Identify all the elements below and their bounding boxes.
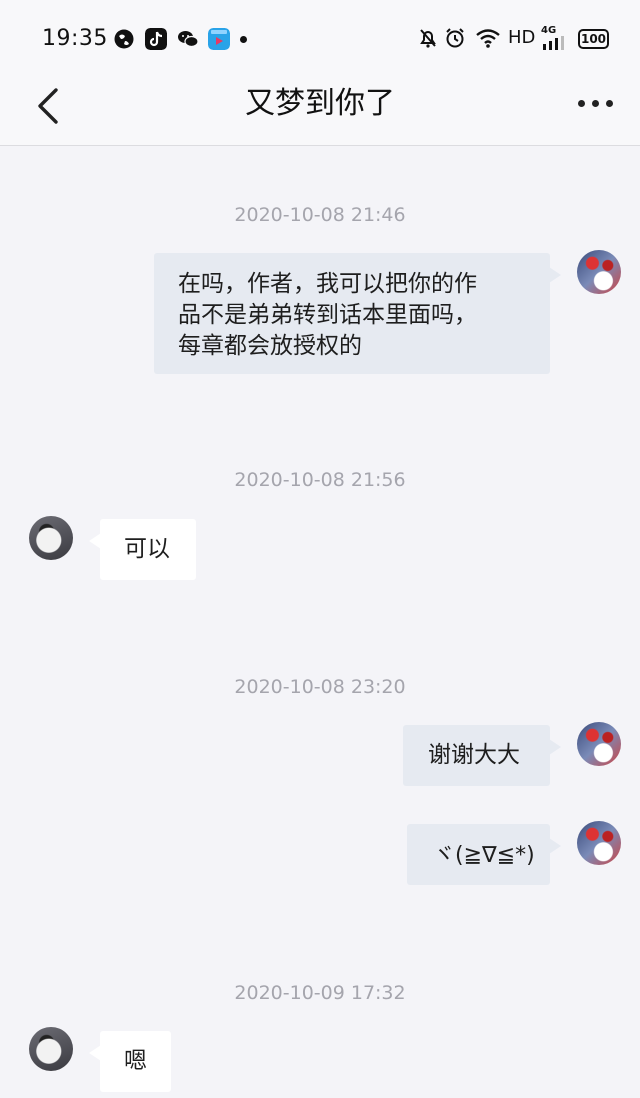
message-text: 嗯 [124,1048,147,1074]
contact-avatar[interactable] [29,516,73,560]
outgoing-message[interactable]: 在吗，作者，我可以把你的作 品不是弟弟转到话本里面吗， 每章都会放授权的 [154,253,561,374]
notification-dot [240,36,247,43]
message-timestamp: 2020-10-08 21:56 [234,469,406,491]
message-timestamp: 2020-10-08 21:46 [234,204,406,226]
video-app-icon [208,28,230,50]
message-text: 可以 [124,536,170,562]
wifi-icon [476,29,500,48]
network-label: 4G [541,25,557,36]
message-text: ヾ(≧∇≦*) [433,843,535,868]
status-bar: 19:35 HD 4G 100 [0,0,640,78]
message-text: 谢谢大大 [428,742,520,768]
my-avatar[interactable] [577,821,621,865]
incoming-message[interactable]: 可以 [89,519,196,580]
outgoing-message[interactable]: ヾ(≧∇≦*) [407,824,561,885]
wechat-icon [178,31,199,48]
message-text-line: 在吗，作者，我可以把你的作 [178,271,477,297]
battery-indicator: 100 [578,29,609,49]
chat-title: 又梦到你了 [245,86,395,121]
alarm-icon [446,28,464,48]
my-avatar[interactable] [577,722,621,766]
hd-label: HD [508,27,536,48]
tiktok-icon [145,28,167,50]
message-text-line: 每章都会放授权的 [178,333,362,359]
message-timestamp: 2020-10-08 23:20 [234,676,406,698]
signal-icon [543,36,564,50]
contact-avatar[interactable] [29,1027,73,1071]
incoming-message[interactable]: 嗯 [89,1031,171,1092]
my-avatar[interactable] [577,250,621,294]
outgoing-message[interactable]: 谢谢大大 [403,725,561,786]
navigation-bar: 又梦到你了 [0,78,640,146]
status-time: 19:35 [42,26,108,51]
message-timestamp: 2020-10-09 17:32 [234,982,406,1004]
globe-icon [114,29,134,49]
mute-bell-icon [420,29,436,48]
message-text-line: 品不是弟弟转到话本里面吗， [178,302,477,328]
more-options-icon[interactable] [578,92,614,114]
